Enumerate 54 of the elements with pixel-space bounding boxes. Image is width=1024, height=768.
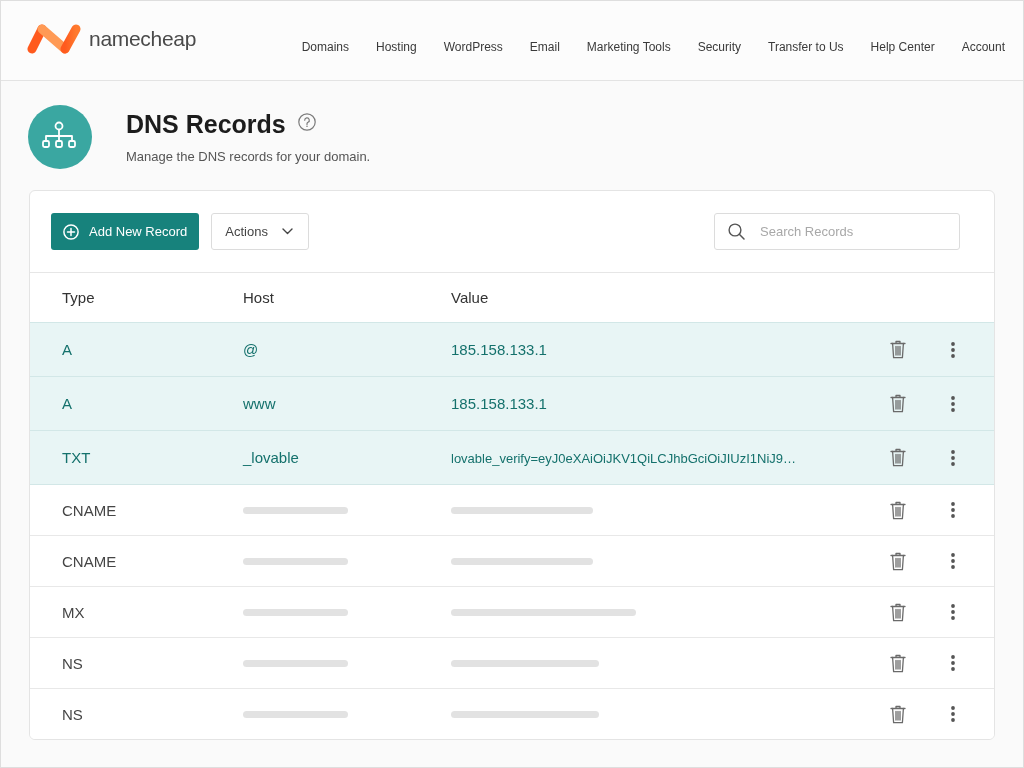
page-title: DNS Records <box>126 110 286 139</box>
table-cell-text: A <box>62 341 73 358</box>
nav-link[interactable]: Security <box>697 39 742 54</box>
logo-text: namecheap <box>89 26 197 51</box>
table-cell-text: MX <box>62 603 86 621</box>
chevron-down-icon <box>281 228 293 235</box>
vertical-dots-icon[interactable] <box>951 449 955 466</box>
table-cell-text: A <box>62 395 73 412</box>
help-icon[interactable] <box>297 112 316 131</box>
table-cell: 185.158.133.1 <box>451 395 547 412</box>
table-cell-text: CNAME <box>62 552 118 570</box>
table-cell: @ <box>243 341 259 358</box>
nav-link[interactable]: Domains <box>301 39 349 54</box>
table-cell-text: NS <box>62 654 84 672</box>
column-header: Type <box>62 289 96 306</box>
actions-dropdown[interactable]: Actions <box>211 213 309 250</box>
nav-link[interactable]: WordPress <box>443 39 503 54</box>
table-cell: lovable_verify=eyJ0eXAiOiJKV1QiLCJhbGciOiJIUzI1NiJ9… <box>451 451 796 466</box>
table-cell: 185.158.133.1 <box>451 341 547 358</box>
column-header: Host <box>243 289 275 306</box>
vertical-dots-icon[interactable] <box>951 655 955 671</box>
trash-icon[interactable] <box>890 340 906 359</box>
trash-icon[interactable] <box>890 448 906 467</box>
page-subtitle: Manage the DNS records for your domain. <box>126 149 371 164</box>
nav-link[interactable]: Marketing Tools <box>586 39 671 54</box>
table-cell-text: CNAME <box>62 501 118 519</box>
sitemap-icon <box>28 105 92 169</box>
vertical-dots-icon[interactable] <box>951 553 955 569</box>
nav-link[interactable]: Transfer to Us <box>768 39 844 54</box>
nav-link[interactable]: Account <box>961 39 1005 54</box>
trash-icon[interactable] <box>890 500 906 520</box>
logo-mark-icon <box>27 23 81 54</box>
vertical-dots-icon[interactable] <box>951 706 955 722</box>
add-record-button[interactable]: Add New Record <box>51 213 200 250</box>
vertical-dots-icon[interactable] <box>951 395 955 412</box>
trash-icon[interactable] <box>890 653 906 673</box>
nav-link[interactable]: Email <box>529 39 560 54</box>
trash-icon[interactable] <box>890 602 906 622</box>
trash-icon[interactable] <box>890 394 906 413</box>
trash-icon[interactable] <box>890 551 906 571</box>
vertical-dots-icon[interactable] <box>951 341 955 358</box>
column-header: Value <box>451 289 490 306</box>
plus-circle-icon <box>63 223 79 240</box>
trash-icon[interactable] <box>890 704 906 724</box>
nav-link[interactable]: Help Center <box>870 39 935 54</box>
vertical-dots-icon[interactable] <box>951 502 955 518</box>
nav-link[interactable]: Hosting <box>376 39 417 54</box>
search-icon <box>728 223 745 240</box>
table-cell: _lovable <box>243 449 299 466</box>
table-cell-text: TXT <box>62 449 92 466</box>
table-cell-text: NS <box>62 705 84 723</box>
table-cell: www <box>243 395 276 412</box>
vertical-dots-icon[interactable] <box>951 604 955 620</box>
search-field[interactable]: Search Records <box>714 213 960 250</box>
